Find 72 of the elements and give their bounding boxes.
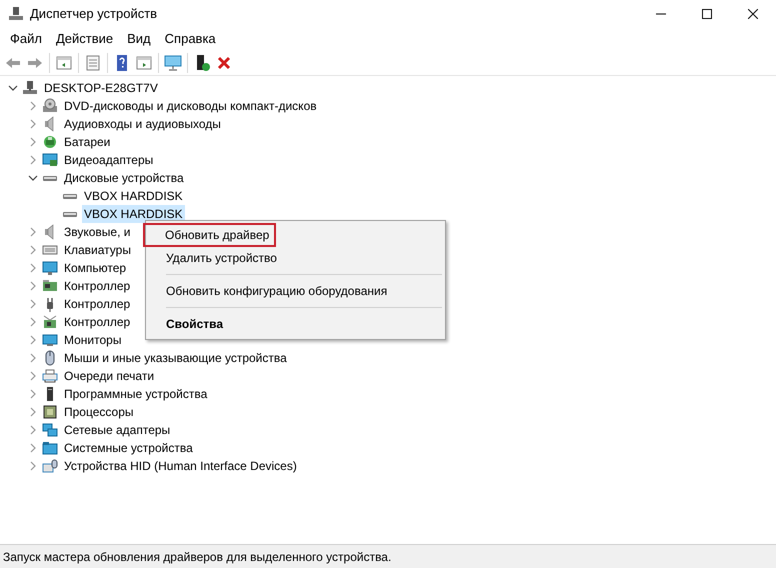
status-text: Запуск мастера обновления драйверов для выделенного устройства. [3, 548, 392, 566]
expand-chevron-icon[interactable] [28, 317, 38, 327]
tree-item[interactable]: DVD-дисководы и дисководы компакт-дисков [62, 97, 319, 115]
console-tree-icon [55, 54, 73, 72]
window-title: Диспетчер устройств [30, 5, 158, 24]
expand-chevron-icon[interactable] [28, 101, 38, 111]
tree-item[interactable]: Аудиовходы и аудиовыходы [62, 115, 223, 133]
expand-chevron-icon[interactable] [28, 335, 38, 345]
collapse-chevron-icon[interactable] [28, 173, 38, 183]
expand-chevron-icon[interactable] [28, 371, 38, 381]
tree-item[interactable]: Очереди печати [62, 367, 156, 385]
expand-chevron-icon[interactable] [28, 443, 38, 453]
collapse-chevron-icon[interactable] [8, 83, 18, 93]
display-adapter-icon [42, 152, 58, 168]
tree-item[interactable]: Клавиатуры [62, 241, 133, 259]
expand-chevron-icon[interactable] [28, 227, 38, 237]
app-icon [8, 6, 24, 22]
menu-option[interactable]: Обновить конфигурацию оборудования [146, 279, 445, 303]
tree-item[interactable]: Мониторы [62, 331, 124, 349]
tree-item[interactable]: Программные устройства [62, 385, 210, 403]
expand-chevron-icon[interactable] [28, 155, 38, 165]
printer-icon [42, 368, 58, 384]
expand-chevron-icon[interactable] [28, 353, 38, 363]
properties-icon [84, 54, 102, 72]
tree-item[interactable]: Звуковые, и [62, 223, 132, 241]
expand-chevron-icon[interactable] [28, 137, 38, 147]
expand-chevron-icon[interactable] [28, 407, 38, 417]
expand-chevron-icon[interactable] [28, 245, 38, 255]
tree-item[interactable]: Видеоадаптеры [62, 151, 156, 169]
menu-item[interactable]: Действие [48, 29, 120, 49]
menu-item[interactable]: Файл [3, 29, 49, 49]
tree-item[interactable]: Контроллер [62, 295, 132, 313]
menu-item[interactable]: Справка [158, 29, 223, 49]
expand-chevron-icon[interactable] [28, 263, 38, 273]
expand-chevron-icon[interactable] [28, 281, 38, 291]
expand-chevron-icon[interactable] [28, 389, 38, 399]
scan-hardware-icon [164, 54, 182, 72]
system-folder-icon [42, 440, 58, 456]
storage-controller-icon [42, 314, 58, 330]
menu-item[interactable]: Вид [120, 29, 158, 49]
battery-icon [42, 134, 58, 150]
tree-item[interactable]: Процессоры [62, 403, 136, 421]
action-pane-icon [135, 54, 153, 72]
tree-item[interactable]: VBOX HARDDISK [82, 205, 185, 223]
expand-chevron-icon[interactable] [28, 425, 38, 435]
computer-icon [22, 80, 38, 96]
menu-option[interactable]: Обновить драйвер [143, 223, 276, 247]
expand-chevron-icon[interactable] [28, 119, 38, 129]
tree-item[interactable]: DESKTOP-E28GT7V [42, 79, 160, 97]
tree-item[interactable]: Дисковые устройства [62, 169, 186, 187]
expand-chevron-icon[interactable] [28, 299, 38, 309]
tree-item[interactable]: VBOX HARDDISK [82, 187, 185, 205]
disc-drive-icon [42, 98, 58, 114]
monitor-icon [42, 332, 58, 348]
tree-item[interactable]: Контроллер [62, 313, 132, 331]
tree-item[interactable]: Сетевые адаптеры [62, 421, 172, 439]
tree-item[interactable]: Системные устройства [62, 439, 195, 457]
tree-item[interactable]: Устройства HID (Human Interface Devices) [62, 457, 299, 475]
processor-icon [42, 404, 58, 420]
keyboard-mouse-icon [42, 458, 58, 474]
close-icon [748, 9, 758, 19]
tree-item[interactable]: Батареи [62, 133, 112, 151]
expand-chevron-icon[interactable] [28, 461, 38, 471]
menu-option[interactable]: Удалить устройство [146, 246, 445, 270]
menu-option[interactable]: Свойства [146, 312, 445, 336]
network-adapter-icon [42, 422, 58, 438]
maximize-icon [702, 9, 712, 19]
tree-item[interactable]: Мыши и иные указывающие устройства [62, 349, 289, 367]
monitor-icon [42, 260, 58, 276]
controller-card-icon [42, 278, 58, 294]
tree-item[interactable]: Компьютер [62, 259, 128, 277]
tree-item[interactable]: Контроллер [62, 277, 132, 295]
